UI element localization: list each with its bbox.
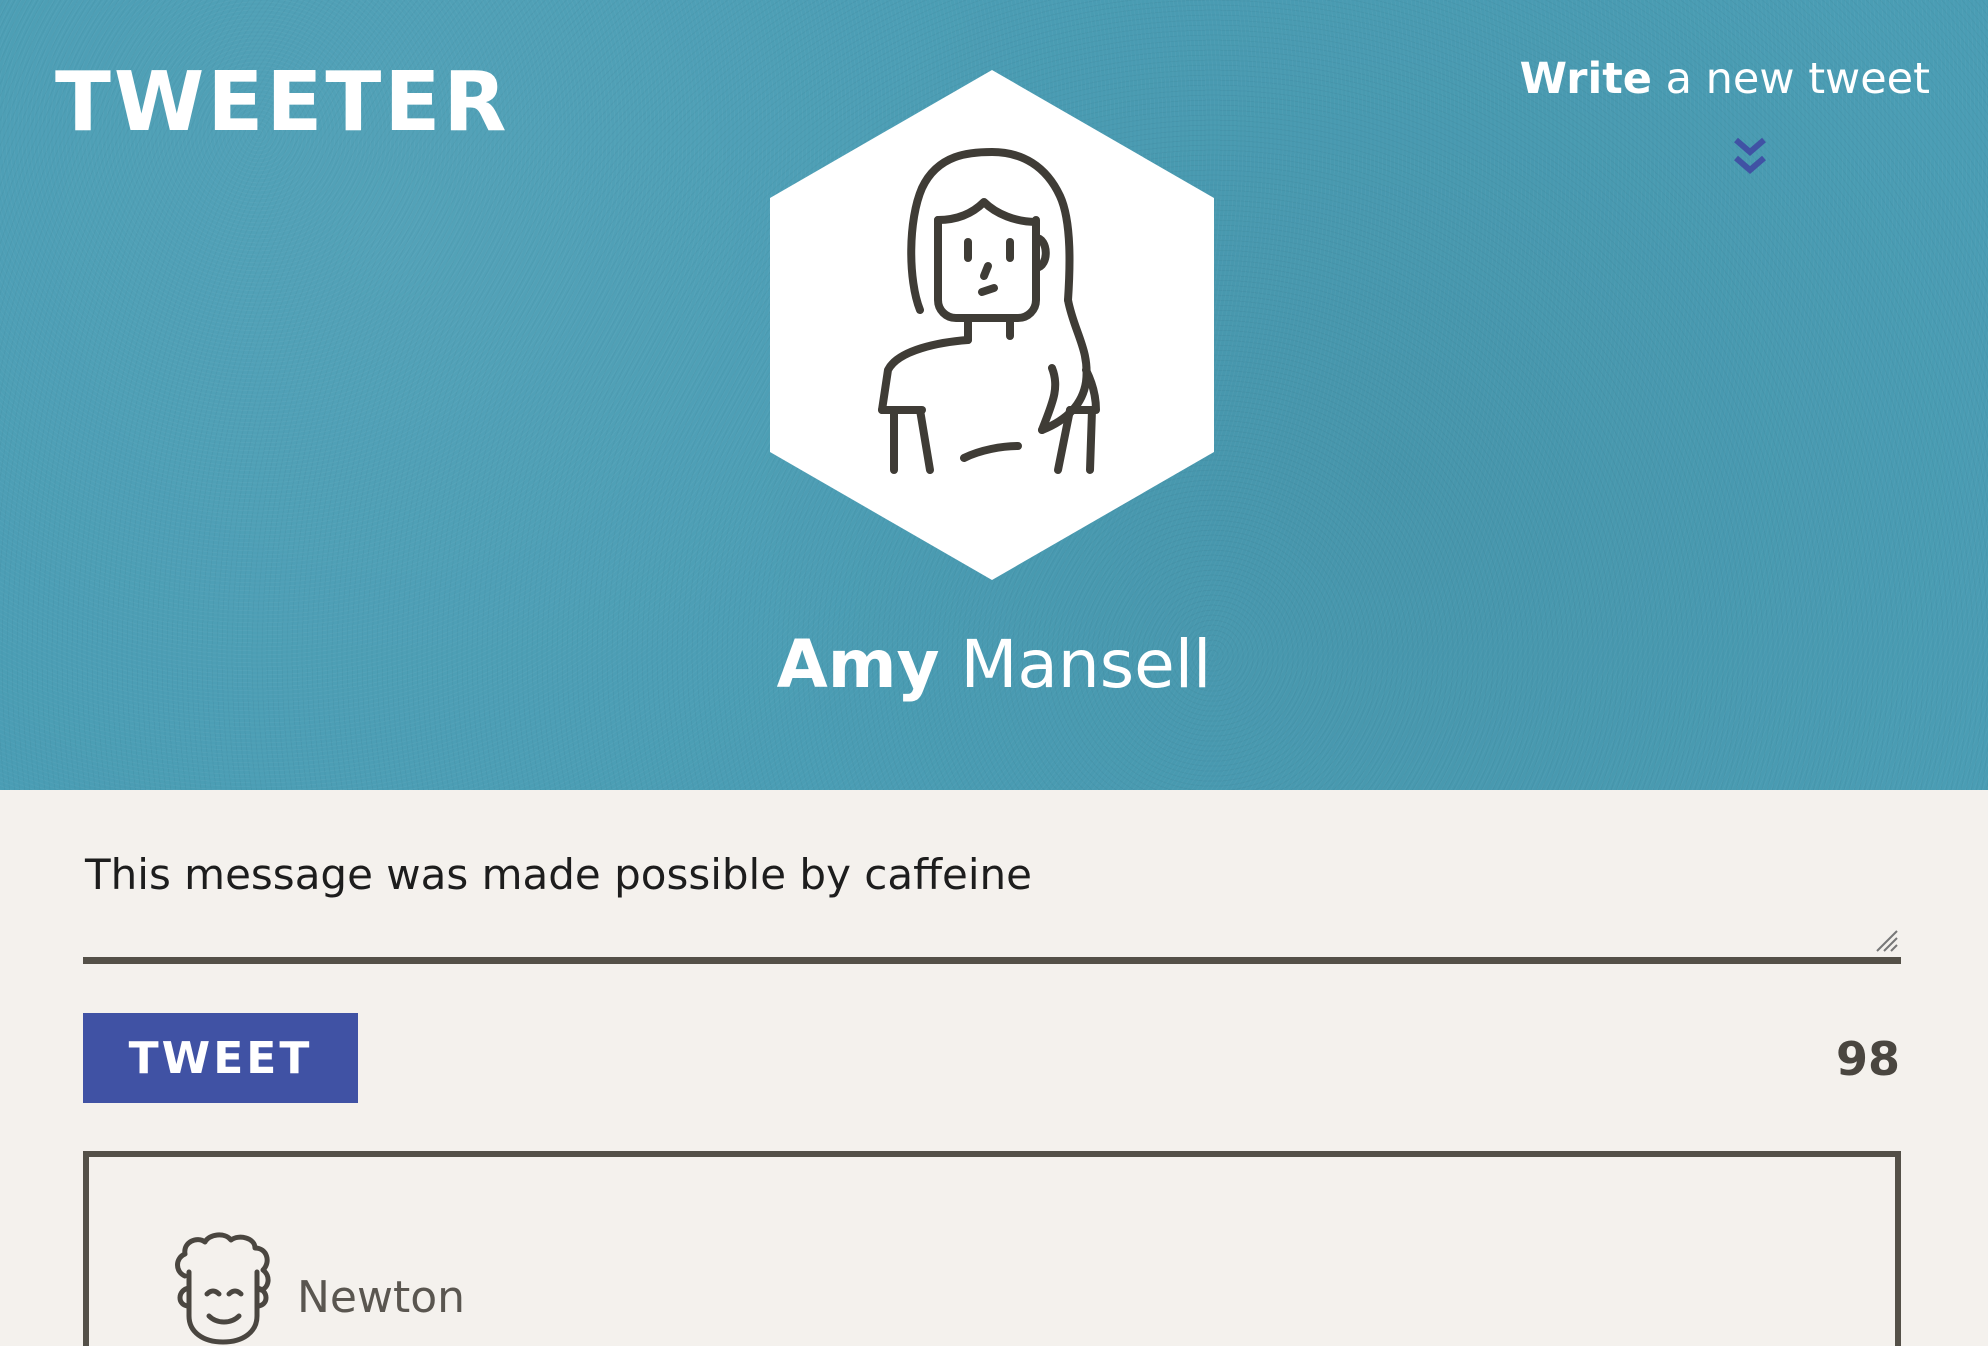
double-chevron-down-icon[interactable] xyxy=(1730,136,1770,180)
tweet-button[interactable]: TWEET xyxy=(83,1013,358,1103)
character-counter: 98 xyxy=(1835,1032,1900,1086)
tweet-card: Newton xyxy=(83,1151,1901,1346)
profile-header: TWEETER Write a new tweet Amy Mansell xyxy=(0,0,1988,790)
tweet-textarea[interactable]: This message was made possible by caffei… xyxy=(83,846,1901,964)
woman-avatar-icon xyxy=(770,70,1214,580)
curly-hair-man-avatar-icon xyxy=(175,1232,271,1345)
write-label-rest: a new tweet xyxy=(1665,54,1930,104)
write-label-bold: Write xyxy=(1519,54,1652,104)
profile-first-name: Amy xyxy=(776,626,940,703)
profile-name: Amy Mansell xyxy=(0,632,1988,698)
app-logo[interactable]: TWEETER xyxy=(55,62,510,144)
tweet-author-name[interactable]: Newton xyxy=(297,1272,465,1323)
tweet-textarea-value: This message was made possible by caffei… xyxy=(85,850,1033,899)
write-new-tweet-link[interactable]: Write a new tweet xyxy=(1520,58,1930,101)
resize-handle-icon[interactable] xyxy=(1873,927,1899,953)
profile-last-name: Mansell xyxy=(960,626,1212,703)
